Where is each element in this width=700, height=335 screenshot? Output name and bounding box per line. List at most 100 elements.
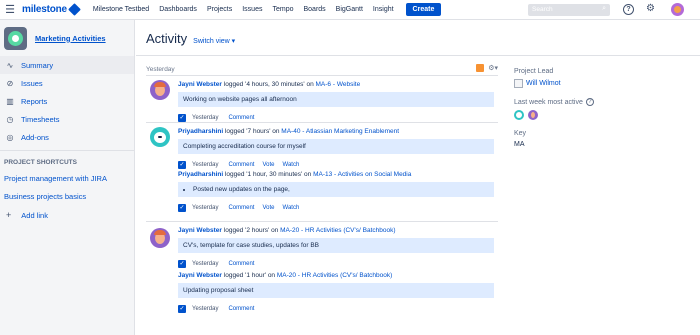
feed-tools: ⚙▾ — [476, 64, 498, 72]
nav-item-boards[interactable]: Boards — [303, 6, 325, 13]
activity-item: Priyadharshini logged '7 hours' on MA-40… — [146, 123, 498, 169]
nav-item-issues[interactable]: Issues — [242, 6, 262, 13]
activity-line: Jayni Webster logged '2 hours' on MA-20 … — [178, 226, 494, 235]
gear-icon[interactable]: ⚙ — [646, 3, 655, 14]
comment-link[interactable]: Comment — [228, 205, 254, 211]
sidebar-item-reports[interactable]: ▥ Reports — [0, 92, 134, 110]
activity-time[interactable]: Yesterday — [192, 205, 218, 211]
vote-link[interactable]: Vote — [262, 162, 274, 168]
activity-item: Jayni Webster logged '2 hours' on MA-20 … — [146, 222, 498, 269]
comment-link[interactable]: Comment — [228, 115, 254, 121]
sidebar-item-label: Reports — [21, 96, 48, 106]
sidebar-item-summary[interactable]: ∿ Summary — [0, 56, 134, 74]
comment-link[interactable]: Comment — [228, 162, 254, 168]
activity-comment: CV's, template for case studies, updates… — [178, 238, 494, 253]
user-avatar[interactable] — [528, 110, 538, 120]
rss-icon[interactable] — [476, 64, 485, 72]
activity-user[interactable]: Jayni Webster — [178, 81, 222, 88]
activity-issue-link[interactable]: MA-40 - Atlassian Marketing Enablement — [281, 128, 399, 135]
shortcut-link[interactable]: Business projects basics — [0, 188, 134, 206]
nav-item-dashboards[interactable]: Dashboards — [159, 6, 197, 13]
nav-item-projects[interactable]: Projects — [207, 6, 232, 13]
project-lead[interactable]: Will Wilmot — [514, 79, 694, 88]
sidebar-item-timesheets[interactable]: ◷ Timesheets — [0, 110, 134, 128]
nav-item-insight[interactable]: Insight — [373, 6, 394, 13]
app-switcher-icon[interactable]: ☰ — [4, 4, 16, 16]
sidebar: Marketing Activities ∿ Summary ⊘ Issues … — [0, 20, 135, 335]
issues-icon: ⊘ — [6, 78, 14, 88]
watch-link[interactable]: Watch — [283, 162, 300, 168]
switch-view-dropdown[interactable]: Switch view ▾ — [193, 37, 235, 45]
activity-issue-link[interactable]: MA-6 - Website — [316, 81, 361, 88]
project-avatar[interactable] — [4, 26, 27, 50]
project-lead-name[interactable]: Will Wilmot — [526, 80, 561, 87]
page-title: Activity — [146, 31, 188, 46]
checkbox-icon: ✓ — [178, 304, 186, 313]
activity-feed: ⚙▾ Yesterday Jayni Webster logged '4 hou… — [146, 64, 498, 317]
checkbox-icon: ✓ — [178, 203, 186, 212]
project-header: Marketing Activities — [0, 20, 134, 56]
search-icon: ⌕ — [602, 5, 606, 12]
activity-item: Priyadharshini logged '1 hour, 30 minute… — [146, 168, 498, 212]
project-lead-label: Project Lead — [514, 68, 554, 75]
most-active-avatars — [514, 110, 694, 120]
logo-diamond-icon — [68, 3, 81, 16]
activity-verb: logged '4 hours, 30 minutes' on — [221, 81, 316, 88]
activity-time[interactable]: Yesterday — [192, 306, 218, 312]
activity-entry: Jayni Webster logged '2 hours' on MA-20 … — [146, 222, 498, 317]
addons-icon: ◎ — [6, 132, 14, 142]
comment-link[interactable]: Comment — [228, 261, 254, 267]
activity-verb: logged '7 hours' on — [223, 128, 282, 135]
nav-item-milestone-testbed[interactable]: Milestone Testbed — [93, 6, 149, 13]
logo[interactable]: milestone — [22, 3, 83, 16]
activity-line: Priyadharshini logged '1 hour, 30 minute… — [178, 170, 494, 179]
activity-verb: logged '2 hours' on — [221, 227, 281, 234]
activity-line: Priyadharshini logged '7 hours' on MA-40… — [178, 127, 494, 136]
add-link-label: Add link — [21, 210, 48, 220]
help-icon[interactable]: ? — [623, 4, 634, 15]
lead-avatar — [514, 79, 523, 88]
plus-icon: + — [6, 210, 12, 220]
activity-comment: Posted new updates on the page, — [178, 182, 494, 197]
sidebar-item-addons[interactable]: ◎ Add-ons — [0, 128, 134, 146]
key-value: MA — [514, 141, 525, 148]
activity-user[interactable]: Jayni Webster — [178, 227, 222, 234]
activity-user[interactable]: Priyadharshini — [178, 171, 223, 178]
most-active-label: Last week most active — [514, 98, 583, 106]
search-input[interactable]: Search ⌕ — [528, 4, 610, 16]
activity-user[interactable]: Priyadharshini — [178, 128, 223, 135]
user-avatar[interactable] — [514, 110, 524, 120]
logo-text: milestone — [22, 4, 67, 15]
project-name[interactable]: Marketing Activities — [35, 34, 106, 43]
feed-gear-icon[interactable]: ⚙▾ — [488, 64, 498, 72]
watch-link[interactable]: Watch — [283, 205, 300, 211]
sidebar-item-label: Add-ons — [21, 132, 49, 142]
activity-issue-link[interactable]: MA-20 - HR Activities (CV's/ Batchbook) — [280, 227, 395, 234]
activity-time[interactable]: Yesterday — [192, 162, 218, 168]
activity-actions: ✓ Yesterday Comment — [178, 304, 494, 313]
vote-link[interactable]: Vote — [262, 205, 274, 211]
create-button[interactable]: Create — [405, 3, 442, 16]
activity-time[interactable]: Yesterday — [192, 261, 218, 267]
user-avatar[interactable] — [671, 3, 684, 16]
reports-icon: ▥ — [6, 96, 14, 106]
activity-comment: Working on website pages all afternoon — [178, 92, 494, 107]
page-header: Activity Switch view ▾ — [146, 31, 235, 46]
feed-day-label: Yesterday — [146, 64, 498, 76]
activity-user[interactable]: Jayni Webster — [178, 272, 222, 279]
activity-issue-link[interactable]: MA-20 - HR Activities (CV's/ Batchbook) — [277, 272, 392, 279]
key-label: Key — [514, 130, 527, 137]
activity-comment: Completing accreditation course for myse… — [178, 139, 494, 154]
shortcut-link[interactable]: Project management with JIRA — [0, 170, 134, 188]
nav-item-biggantt[interactable]: BigGantt — [336, 6, 363, 13]
sidebar-item-label: Summary — [21, 60, 54, 70]
checkbox-icon: ✓ — [178, 259, 186, 268]
help-icon[interactable]: ? — [585, 98, 594, 106]
comment-link[interactable]: Comment — [228, 306, 254, 312]
add-link-button[interactable]: + Add link — [0, 206, 134, 224]
nav-item-tempo[interactable]: Tempo — [272, 6, 293, 13]
activity-issue-link[interactable]: MA-13 - Activities on Social Media — [313, 171, 411, 178]
sidebar-item-issues[interactable]: ⊘ Issues — [0, 74, 134, 92]
activity-time[interactable]: Yesterday — [192, 115, 218, 121]
divider — [136, 55, 700, 56]
